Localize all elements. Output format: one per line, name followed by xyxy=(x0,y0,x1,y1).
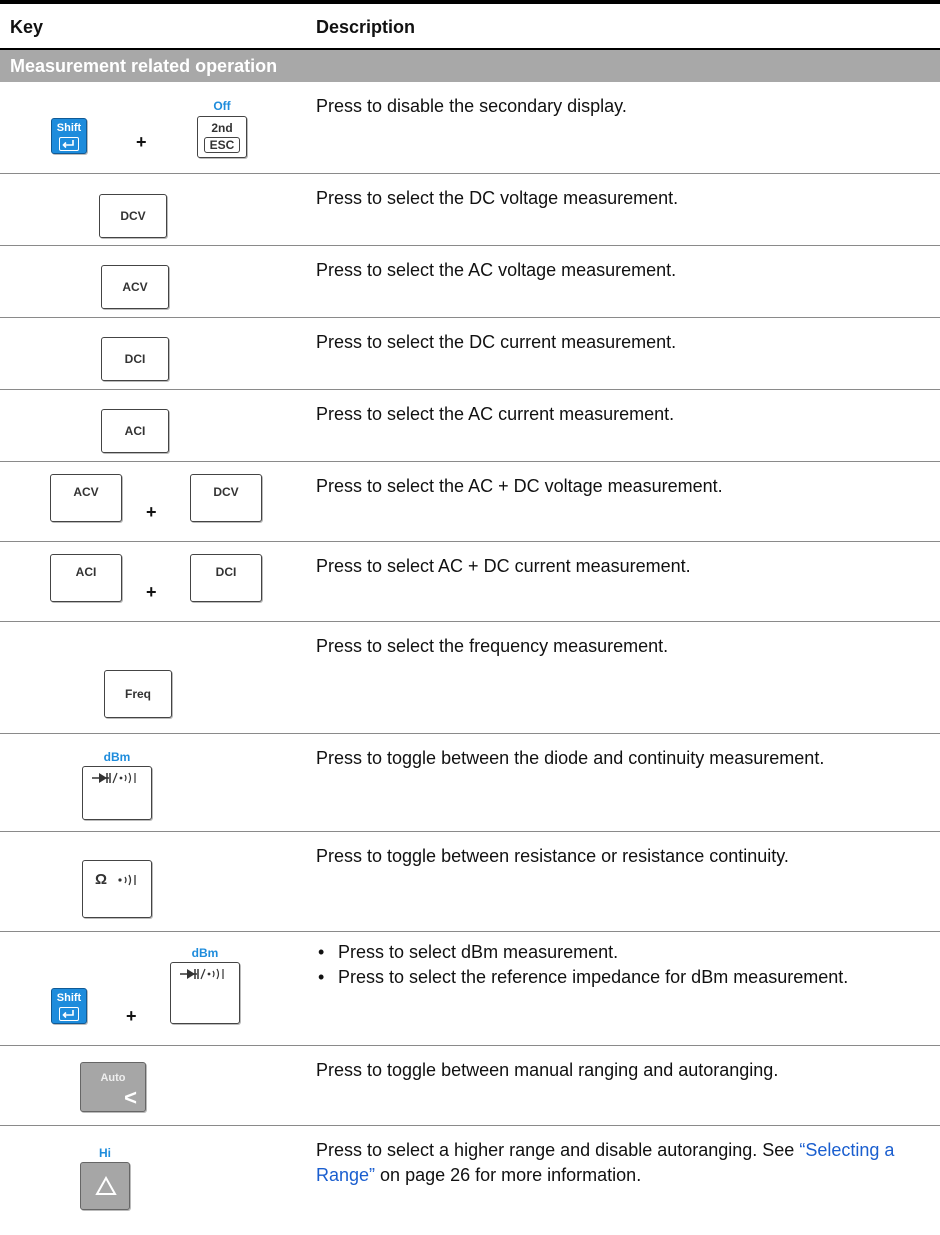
aci-key: ACI xyxy=(50,554,122,602)
shift-key-label: Shift xyxy=(56,992,82,1004)
diode-continuity-icon xyxy=(91,771,141,788)
acv-key-label: ACV xyxy=(73,485,99,499)
table-row: DCI Press to select the DC current measu… xyxy=(0,318,940,390)
row-description: Press to select the AC current measureme… xyxy=(316,404,675,424)
table-row: Ω Press to toggle between resistance or … xyxy=(0,832,940,932)
table-row: DCV Press to select the DC voltage measu… xyxy=(0,174,940,246)
dcv-key-label: DCV xyxy=(213,485,239,499)
diode-continuity-key xyxy=(170,962,240,1024)
range-up-key xyxy=(80,1162,130,1210)
diode-continuity-key xyxy=(82,766,152,820)
shift-key-label: Shift xyxy=(56,122,82,134)
enter-arrow-icon xyxy=(59,1007,79,1021)
continuity-beeper-icon xyxy=(117,873,139,890)
table-header: Key Description xyxy=(0,0,940,48)
row-description: Press to toggle between resistance or re… xyxy=(316,846,789,866)
row-description: Press to toggle between manual ranging a… xyxy=(316,1060,779,1080)
column-header-description: Description xyxy=(316,17,416,37)
table-row: ACV Press to select the AC voltage measu… xyxy=(0,246,940,318)
acv-key-label: ACV xyxy=(122,280,148,294)
bullet-list: Press to select dBm measurement. Press t… xyxy=(316,940,926,990)
freq-key-label: Freq xyxy=(124,687,151,701)
column-header-key: Key xyxy=(10,17,44,37)
section-header: Measurement related operation xyxy=(0,50,940,82)
aci-key-label: ACI xyxy=(75,565,97,579)
table-row: Freq Press to select the frequency measu… xyxy=(0,622,940,734)
acv-key: ACV xyxy=(101,265,169,309)
description-text: Press to select a higher range and disab… xyxy=(316,1140,795,1160)
enter-arrow-icon xyxy=(59,137,79,151)
plus-sign: + xyxy=(146,582,157,602)
hi-label: Hi xyxy=(99,1146,111,1160)
row-description: Press to select a higher range and disab… xyxy=(316,1138,926,1188)
dbm-label: dBm xyxy=(191,946,219,960)
shift-key: Shift xyxy=(51,118,87,154)
off-label: Off xyxy=(213,99,231,113)
dcv-key: DCV xyxy=(99,194,167,238)
table-row: Shift + dBm Press to select dBm measurem… xyxy=(0,932,940,1046)
table-row: dBm Press to toggle between the diode an… xyxy=(0,734,940,832)
dci-key-label: DCI xyxy=(124,352,146,366)
resistance-key: Ω xyxy=(82,860,152,918)
aci-key: ACI xyxy=(101,409,169,453)
section-title: Measurement related operation xyxy=(10,56,278,76)
freq-key: Freq xyxy=(104,670,172,718)
row-description: Press to disable the secondary display. xyxy=(316,96,627,116)
plus-sign: + xyxy=(146,502,157,522)
description-text-after: on page 26 for more information. xyxy=(375,1165,642,1185)
bullet-item: Press to select dBm measurement. xyxy=(316,940,926,965)
dci-key-label: DCI xyxy=(215,565,237,579)
table-row: Hi Press to select a higher range and di… xyxy=(0,1126,940,1235)
shift-key: Shift xyxy=(51,988,87,1024)
esc-label: ESC xyxy=(204,137,240,153)
auto-label: Auto xyxy=(100,1072,126,1084)
second-label: 2nd xyxy=(211,121,233,135)
table-row: ACV + DCV Press to select the AC + DC vo… xyxy=(0,462,940,542)
row-description: Press to select AC + DC current measurem… xyxy=(316,556,691,576)
dci-key: DCI xyxy=(190,554,262,602)
row-description: Press to select the AC voltage measureme… xyxy=(316,260,677,280)
row-description: Press to select the AC + DC voltage meas… xyxy=(316,476,723,496)
table-row: Auto < Press to toggle between manual ra… xyxy=(0,1046,940,1126)
bullet-item: Press to select the reference impedance … xyxy=(316,965,926,990)
acv-key: ACV xyxy=(50,474,122,522)
left-chevron-icon: < xyxy=(124,1085,137,1110)
row-description: Press to select the DC voltage measureme… xyxy=(316,188,679,208)
aci-key-label: ACI xyxy=(124,424,146,438)
table-row: Shift + Off 2nd ESC Press to disable the… xyxy=(0,82,940,174)
dci-key: DCI xyxy=(101,337,169,381)
table-row: ACI + DCI Press to select AC + DC curren… xyxy=(0,542,940,622)
dcv-key: DCV xyxy=(190,474,262,522)
second-esc-key: 2nd ESC xyxy=(197,116,247,158)
row-description: Press to toggle between the diode and co… xyxy=(316,748,825,768)
plus-sign: + xyxy=(126,1006,137,1026)
dbm-label: dBm xyxy=(103,750,131,764)
plus-sign: + xyxy=(136,132,147,152)
diode-continuity-icon xyxy=(179,967,229,984)
dcv-key-label: DCV xyxy=(120,209,146,223)
ohm-label: Ω xyxy=(95,871,108,888)
row-description: Press to select dBm measurement. Press t… xyxy=(316,940,926,990)
table-row: ACI Press to select the AC current measu… xyxy=(0,390,940,462)
row-description: Press to select the frequency measuremen… xyxy=(316,636,669,656)
auto-range-key: Auto < xyxy=(80,1062,146,1112)
row-description: Press to select the DC current measureme… xyxy=(316,332,677,352)
up-triangle-icon xyxy=(95,1175,117,1199)
